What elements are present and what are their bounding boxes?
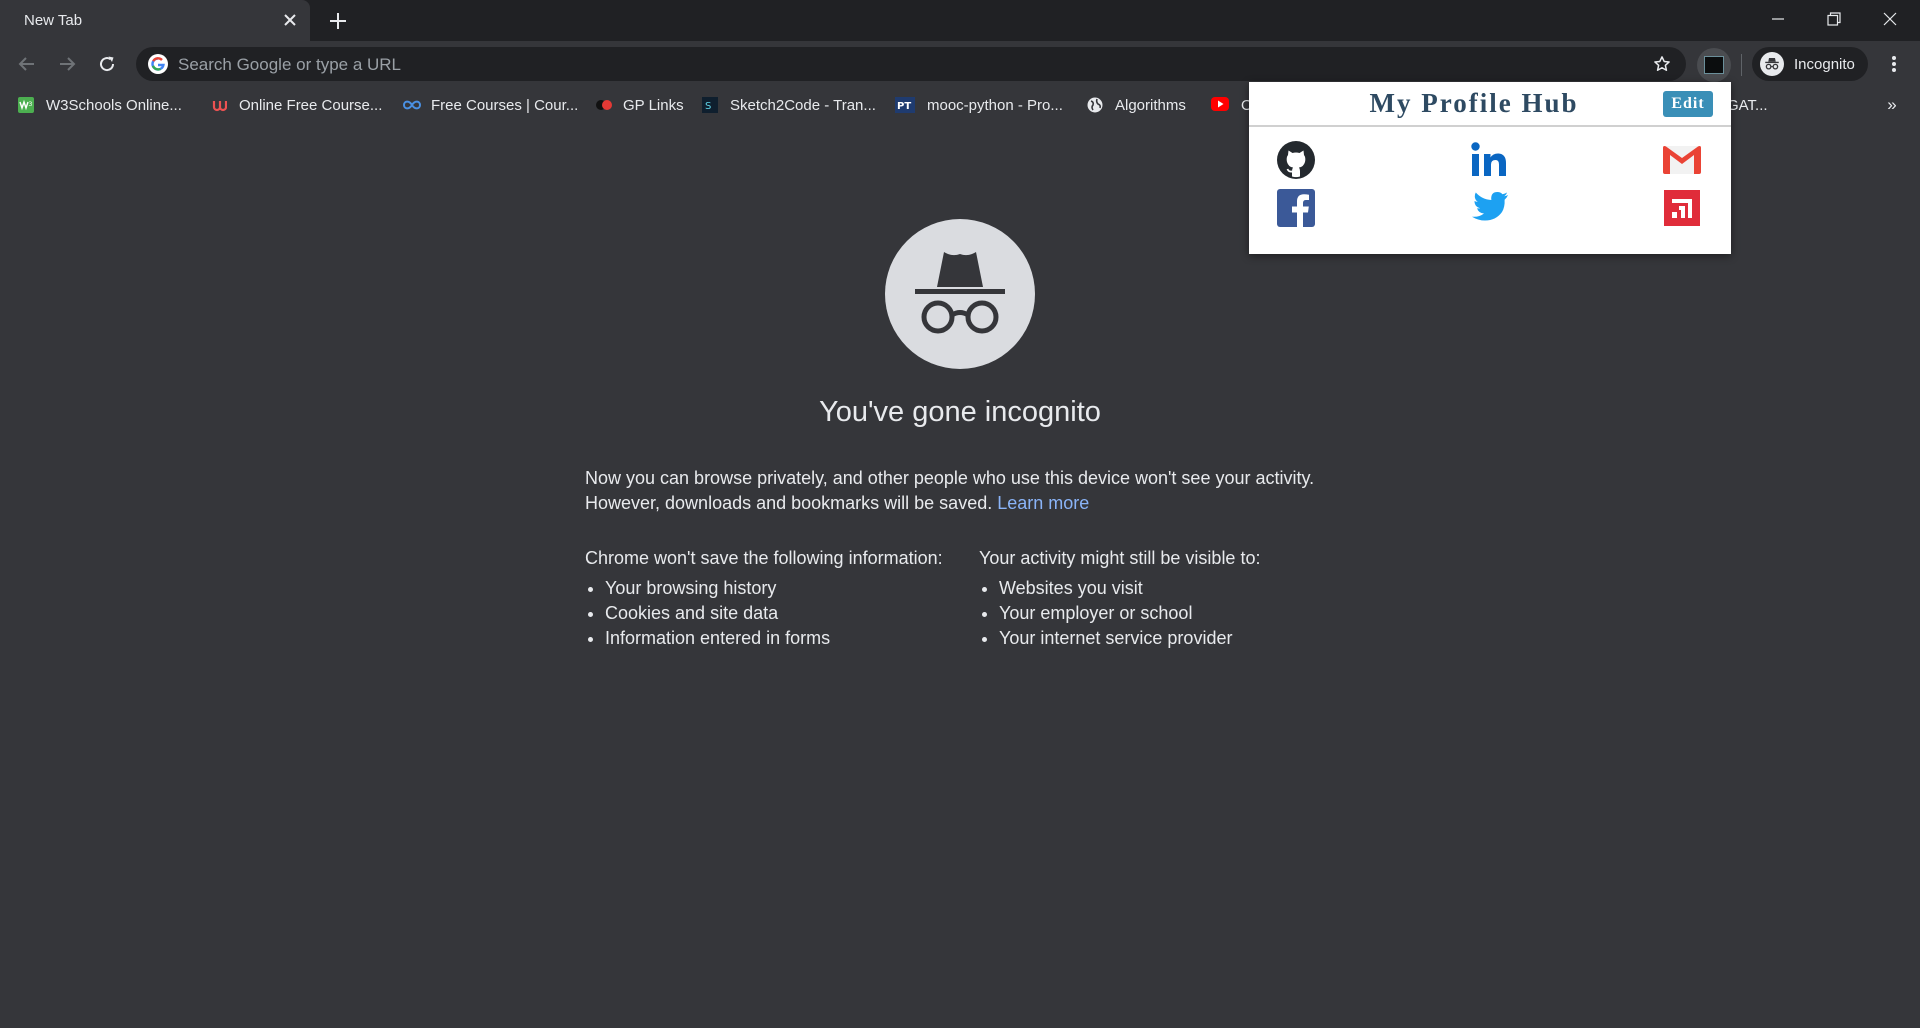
intro-line-2: However, downloads and bookmarks will be… (585, 491, 1345, 516)
address-input[interactable] (176, 47, 1580, 83)
bookmark-label: mooc-python - Pro... (927, 96, 1063, 114)
youtube-icon (1211, 97, 1229, 113)
intro-line-2-text: However, downloads and bookmarks will be… (585, 493, 993, 513)
bookmark-w3schools[interactable]: 3 W3Schools Online... (18, 93, 182, 117)
still-visible-section: Your activity might still be visible to:… (979, 546, 1369, 651)
wont-save-section: Chrome won't save the following informat… (585, 546, 975, 651)
google-g-icon (148, 54, 168, 74)
bookmark-label: Algorithms (1115, 96, 1186, 114)
incognito-avatar-icon (1760, 52, 1784, 76)
still-visible-heading: Your activity might still be visible to: (979, 546, 1369, 571)
list-item: Information entered in forms (605, 626, 975, 651)
incognito-profile-button[interactable]: Incognito (1752, 47, 1868, 81)
toolbar-divider (1741, 54, 1742, 76)
popup-title: My Profile Hub (1369, 88, 1579, 118)
back-arrow-icon[interactable] (13, 50, 41, 78)
heading-post: to: (1235, 548, 1261, 568)
wont-save-list: Your browsing history Cookies and site d… (585, 576, 975, 651)
bookmark-mooc-python[interactable]: PT mooc-python - Pro... (895, 93, 1063, 117)
bookmark-label: W3Schools Online... (46, 96, 182, 114)
svg-text:S: S (705, 101, 711, 112)
reload-icon[interactable] (93, 50, 121, 78)
svg-text:3: 3 (29, 101, 33, 108)
list-item: Your browsing history (605, 576, 975, 601)
bookmark-label: Sketch2Code - Tran... (730, 96, 876, 114)
pt-icon: PT (895, 97, 915, 113)
bookmark-star-icon[interactable] (1651, 53, 1673, 75)
minimize-icon[interactable] (1750, 0, 1806, 38)
bookmark-label: GP Links (623, 96, 684, 114)
profile-hub-popup: My Profile Hub Edit (1249, 82, 1731, 254)
list-item: Your internet service provider (999, 626, 1369, 651)
bookmark-label: Free Courses | Cour... (431, 96, 579, 114)
tab-new-tab[interactable]: New Tab (0, 0, 310, 41)
list-item: Websites you visit (999, 576, 1369, 601)
edit-button[interactable]: Edit (1663, 91, 1713, 117)
forward-arrow-icon[interactable] (53, 50, 81, 78)
bookmarks-overflow-chevron-icon[interactable]: » (1880, 93, 1904, 117)
bookmark-free-courses[interactable]: Free Courses | Cour... (402, 93, 579, 117)
bookmark-label: Online Free Course... (239, 96, 383, 114)
incognito-label: Incognito (1794, 55, 1855, 73)
w3schools-icon: 3 (18, 97, 34, 113)
bookmark-algorithms[interactable]: Algorithms (1087, 93, 1186, 117)
tab-strip: New Tab (0, 0, 1920, 41)
list-item: Your employer or school (999, 601, 1369, 626)
browser-toolbar: Incognito (0, 41, 1920, 88)
address-bar[interactable] (136, 47, 1686, 83)
still-visible-list: Websites you visit Your employer or scho… (979, 576, 1369, 651)
bookmark-gp-links[interactable]: GP Links (595, 93, 684, 117)
sketch2code-icon: S (702, 97, 718, 113)
restore-icon[interactable] (1806, 0, 1862, 38)
wont-save-heading: Chrome won't save the following informat… (585, 548, 943, 568)
globe-icon (1087, 97, 1103, 113)
bookmark-youtube[interactable]: O (1211, 93, 1253, 117)
linkedin-icon[interactable] (1469, 140, 1509, 180)
tab-title: New Tab (24, 12, 83, 29)
popup-divider (1249, 125, 1731, 127)
portfolio-icon[interactable] (1662, 188, 1702, 228)
facebook-icon[interactable] (1276, 188, 1316, 228)
gplinks-icon (595, 97, 612, 113)
gmail-icon[interactable] (1662, 140, 1702, 180)
profile-hub-extension-icon[interactable] (1697, 48, 1731, 82)
svg-text:PT: PT (897, 101, 911, 112)
intro-text: Now you can browse privately, and other … (585, 466, 1345, 516)
extension-thumbnail (1704, 56, 1724, 74)
close-window-icon[interactable] (1862, 0, 1918, 38)
learn-more-link[interactable]: Learn more (997, 493, 1089, 513)
bookmark-sketch2code[interactable]: S Sketch2Code - Tran... (702, 93, 876, 117)
heading-pre: Your activity (979, 548, 1081, 568)
bookmark-udemy[interactable]: Online Free Course... (211, 93, 382, 117)
udemy-icon (211, 97, 228, 113)
page-title: You've gone incognito (819, 396, 1101, 428)
bookmark-gat[interactable]: GAT... (1727, 93, 1768, 117)
chrome-menu-icon[interactable] (1880, 50, 1908, 78)
new-tab-plus-icon[interactable] (326, 9, 350, 33)
bookmark-label: GAT... (1727, 96, 1768, 114)
heading-bold: might still be visible (1080, 548, 1236, 568)
intro-line-1: Now you can browse privately, and other … (585, 468, 1315, 488)
github-icon[interactable] (1276, 140, 1316, 180)
tab-close-icon[interactable] (280, 10, 300, 30)
list-item: Cookies and site data (605, 601, 975, 626)
incognito-hero-icon (885, 219, 1035, 369)
twitter-icon[interactable] (1469, 188, 1509, 228)
infinity-icon (402, 97, 422, 113)
